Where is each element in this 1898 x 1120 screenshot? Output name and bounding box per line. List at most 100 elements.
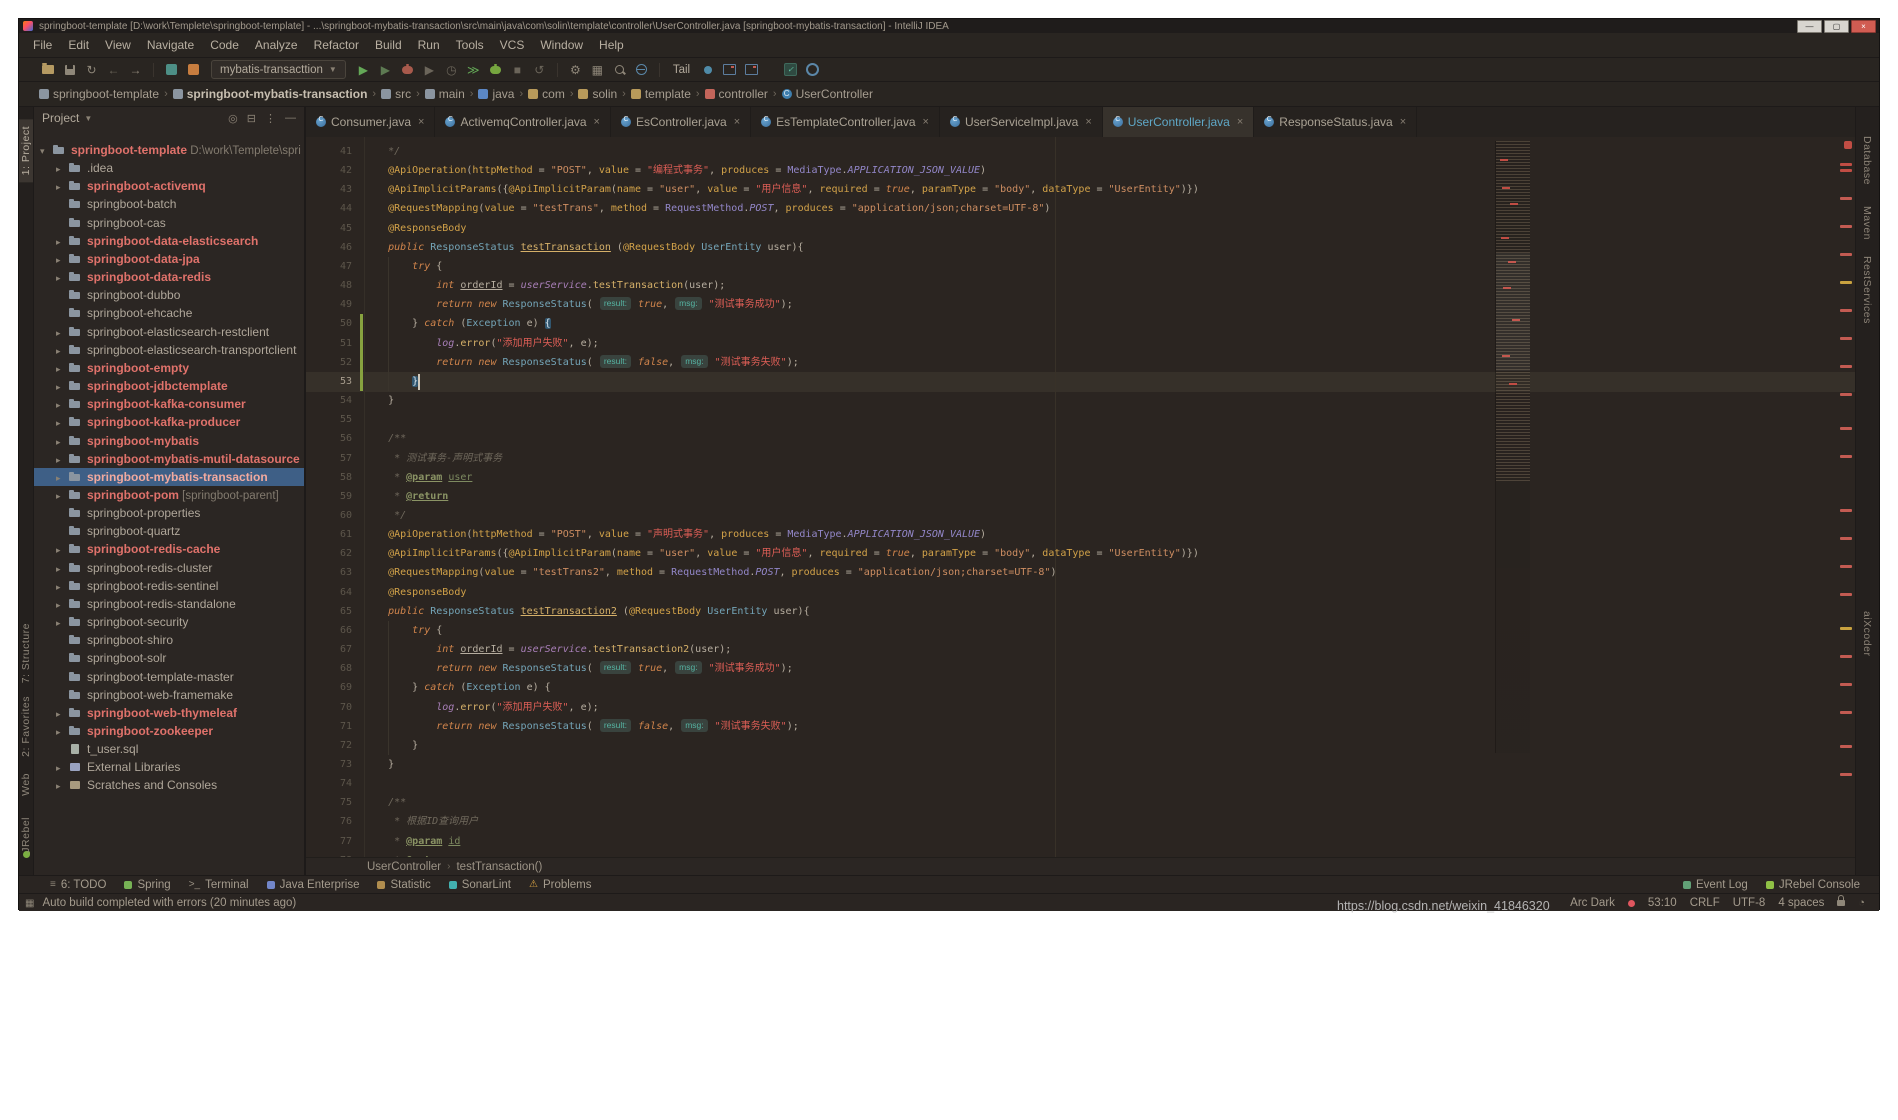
project-tree-item[interactable]: ▸springboot-data-redis bbox=[34, 268, 304, 286]
project-tree-item[interactable]: ▸springboot-data-elasticsearch bbox=[34, 232, 304, 250]
error-stripe-mark[interactable] bbox=[1840, 309, 1852, 312]
settings-gear-icon[interactable]: ⚙ bbox=[567, 61, 584, 78]
restart-button[interactable]: ↺ bbox=[531, 61, 548, 78]
code-line[interactable]: 57 * 测试事务-声明式事务 bbox=[306, 449, 1855, 468]
project-tree-item[interactable]: ▸External Libraries bbox=[34, 758, 304, 776]
error-stripe-mark[interactable] bbox=[1840, 365, 1852, 368]
chevron-icon[interactable]: ▸ bbox=[56, 433, 69, 450]
project-tree-item[interactable]: t_user.sql bbox=[34, 740, 304, 758]
chevron-icon[interactable]: ▸ bbox=[56, 560, 69, 577]
tool-stripe-button[interactable]: Maven bbox=[1861, 206, 1873, 240]
project-tree-item[interactable]: ▸springboot-kafka-consumer bbox=[34, 395, 304, 413]
breadcrumb-item[interactable]: src bbox=[381, 87, 411, 101]
editor-tab[interactable]: ActivemqController.java× bbox=[435, 107, 611, 137]
line-number[interactable]: 77 bbox=[306, 832, 364, 851]
editor-tab[interactable]: EsController.java× bbox=[611, 107, 751, 137]
run-secondary-button[interactable]: ▶ bbox=[377, 61, 394, 78]
project-tree-item[interactable]: ▸springboot-elasticsearch-restclient bbox=[34, 323, 304, 341]
line-number[interactable]: 74 bbox=[306, 774, 364, 793]
line-number[interactable]: 66 bbox=[306, 621, 364, 640]
line-number[interactable]: 78 bbox=[306, 851, 364, 857]
code-line[interactable]: 44 @RequestMapping(value = "testTrans", … bbox=[306, 199, 1855, 218]
tool-window-switcher-icon[interactable]: ▦ bbox=[25, 898, 34, 909]
breadcrumb-item[interactable]: solin bbox=[578, 87, 617, 101]
error-stripe-mark[interactable] bbox=[1840, 509, 1852, 512]
error-stripe-mark[interactable] bbox=[1840, 455, 1852, 458]
code-line[interactable]: 56 /** bbox=[306, 429, 1855, 448]
line-separator-widget[interactable]: CRLF bbox=[1690, 897, 1720, 909]
back-icon[interactable]: ← bbox=[105, 61, 122, 78]
project-tree-item[interactable]: ▸Scratches and Consoles bbox=[34, 776, 304, 794]
tool-stripe-button[interactable]: 7: Structure bbox=[19, 616, 33, 690]
project-tree-item[interactable]: ▸springboot-empty bbox=[34, 359, 304, 377]
project-tree-item[interactable]: ▸springboot-zookeeper bbox=[34, 722, 304, 740]
error-stripe-mark[interactable] bbox=[1840, 537, 1852, 540]
forward-icon[interactable]: → bbox=[127, 61, 144, 78]
tail-label[interactable]: Tail bbox=[669, 64, 694, 76]
save-icon[interactable] bbox=[61, 61, 78, 78]
tool-stripe-button[interactable]: aiXcoder bbox=[1861, 611, 1873, 656]
project-tree-item[interactable]: springboot-shiro bbox=[34, 631, 304, 649]
project-tree-item[interactable]: ▸springboot-pom [springboot-parent] bbox=[34, 486, 304, 504]
menu-item-build[interactable]: Build bbox=[367, 33, 410, 57]
project-tree-item[interactable]: springboot-web-framemake bbox=[34, 686, 304, 704]
chevron-icon[interactable]: ▸ bbox=[56, 578, 69, 595]
breadcrumb-item[interactable]: main bbox=[425, 87, 465, 101]
chevron-icon[interactable]: ▸ bbox=[56, 233, 69, 250]
browser-globe-icon[interactable] bbox=[633, 61, 650, 78]
readonly-lock-icon[interactable] bbox=[1837, 900, 1845, 906]
line-number[interactable]: 56 bbox=[306, 429, 364, 448]
code-line[interactable]: 41 */ bbox=[306, 142, 1855, 161]
project-tree-item[interactable]: ▸springboot-redis-cluster bbox=[34, 559, 304, 577]
tool-stripe-button[interactable]: Web bbox=[19, 766, 33, 803]
chevron-icon[interactable]: ▸ bbox=[56, 723, 69, 740]
tool-window-button[interactable]: Statistic bbox=[368, 876, 439, 894]
close-tab-icon[interactable]: × bbox=[1085, 116, 1091, 128]
collapse-all-icon[interactable]: ⊟ bbox=[247, 112, 256, 125]
chevron-icon[interactable]: ▸ bbox=[56, 596, 69, 613]
editor-tab[interactable]: UserServiceImpl.java× bbox=[940, 107, 1103, 137]
error-stripe-mark[interactable] bbox=[1840, 337, 1852, 340]
error-stripe-mark[interactable] bbox=[1844, 141, 1852, 149]
line-number[interactable]: 70 bbox=[306, 698, 364, 717]
project-tree-item[interactable]: ▸springboot-web-thymeleaf bbox=[34, 704, 304, 722]
project-tree-item[interactable]: ▸.idea bbox=[34, 159, 304, 177]
chevron-icon[interactable]: ▸ bbox=[56, 451, 69, 468]
project-tree-item[interactable]: ▸springboot-security bbox=[34, 613, 304, 631]
code-line[interactable]: 73 } bbox=[306, 755, 1855, 774]
tool-window-button[interactable]: Java Enterprise bbox=[258, 876, 369, 894]
error-stripe-mark[interactable] bbox=[1840, 163, 1852, 166]
project-tree-item[interactable]: ▸springboot-mybatis-mutil-datasource bbox=[34, 450, 304, 468]
stop-button[interactable]: ■ bbox=[509, 61, 526, 78]
line-number[interactable]: 63 bbox=[306, 563, 364, 582]
menu-item-analyze[interactable]: Analyze bbox=[247, 33, 306, 57]
code-line[interactable]: 62 @ApiImplicitParams({@ApiImplicitParam… bbox=[306, 544, 1855, 563]
code-line[interactable]: 61 @ApiOperation(httpMethod = "POST", va… bbox=[306, 525, 1855, 544]
editor-breadcrumb-item[interactable]: testTransaction() bbox=[456, 861, 542, 873]
chevron-icon[interactable]: ▸ bbox=[56, 759, 69, 776]
menu-item-tools[interactable]: Tools bbox=[448, 33, 492, 57]
tool-window-button[interactable]: SonarLint bbox=[440, 876, 520, 894]
code-line[interactable]: 52 return new ResponseStatus( result: fa… bbox=[306, 353, 1855, 372]
line-number[interactable]: 54 bbox=[306, 391, 364, 410]
line-number[interactable]: 75 bbox=[306, 793, 364, 812]
menu-item-edit[interactable]: Edit bbox=[60, 33, 97, 57]
error-stripe-mark[interactable] bbox=[1840, 393, 1852, 396]
error-stripe-mark[interactable] bbox=[1840, 627, 1852, 630]
sync-icon[interactable]: ↻ bbox=[83, 61, 100, 78]
line-number[interactable]: 68 bbox=[306, 659, 364, 678]
code-line[interactable]: 51 log.error("添加用户失败", e); bbox=[306, 334, 1855, 353]
line-number[interactable]: 59 bbox=[306, 487, 364, 506]
code-line[interactable]: 53 } bbox=[306, 372, 1855, 391]
tool-stripe-button[interactable]: 2: Favorites bbox=[19, 689, 33, 764]
code-line[interactable]: 58 * @param user bbox=[306, 468, 1855, 487]
project-tree-item[interactable]: springboot-ehcache bbox=[34, 304, 304, 322]
code-line[interactable]: 59 * @return bbox=[306, 487, 1855, 506]
code-line[interactable]: 74 bbox=[306, 774, 1855, 793]
line-number[interactable]: 71 bbox=[306, 717, 364, 736]
line-number[interactable]: 44 bbox=[306, 199, 364, 218]
line-number[interactable]: 69 bbox=[306, 678, 364, 697]
jrebel-debug-button[interactable] bbox=[487, 61, 504, 78]
menu-item-refactor[interactable]: Refactor bbox=[306, 33, 367, 57]
tool-stripe-button[interactable]: JRebel bbox=[19, 810, 33, 860]
